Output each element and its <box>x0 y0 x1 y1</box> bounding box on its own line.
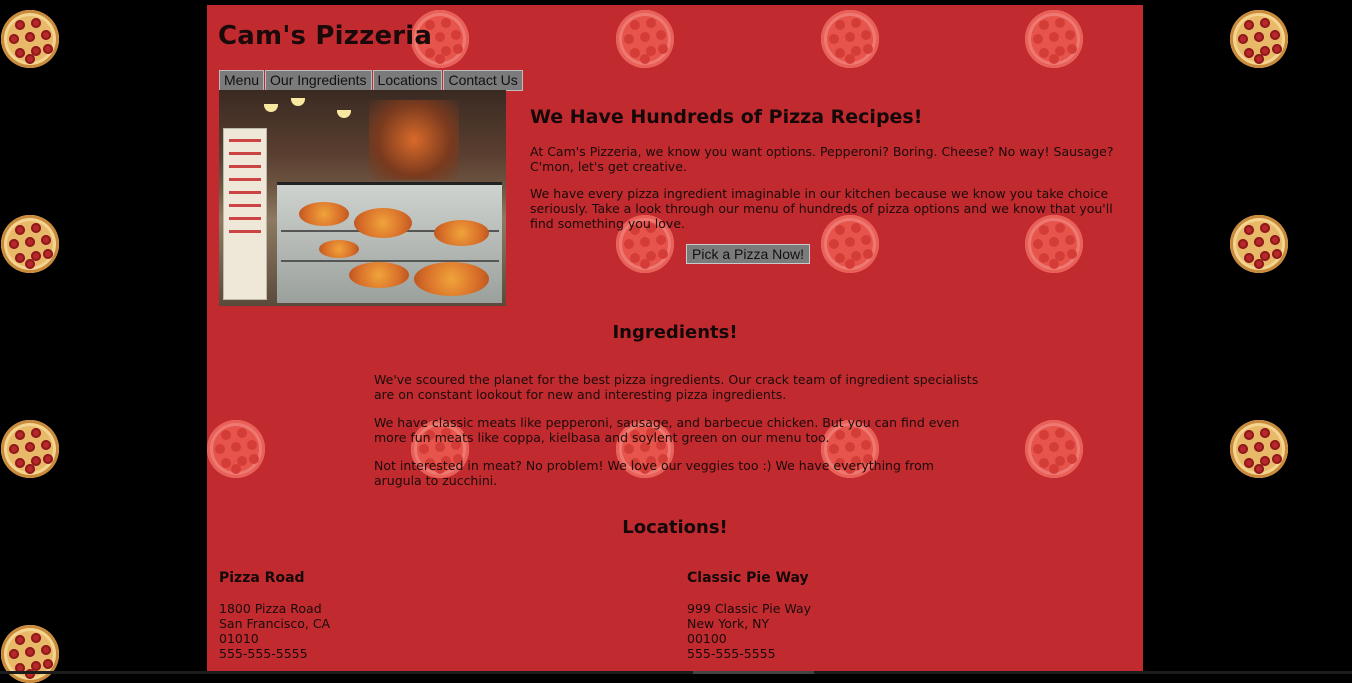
nav-item-locations[interactable]: Locations <box>372 70 443 91</box>
nav-item-menu[interactable]: Menu <box>219 70 265 91</box>
pizza-counter-photo <box>219 90 506 306</box>
ingredients-heading: Ingredients! <box>612 322 738 343</box>
pizza-slice <box>349 262 409 288</box>
ingredients-paragraph-1: We've scoured the planet for the best pi… <box>374 372 979 402</box>
oven-glow <box>369 100 459 180</box>
pizza-icon <box>1 215 59 273</box>
location-city: San Francisco, CA <box>219 616 331 631</box>
pizza-icon <box>1230 10 1288 68</box>
nav-item-our-ingredients[interactable]: Our Ingredients <box>265 70 372 91</box>
pizza-slice <box>319 240 359 258</box>
hero-paragraph-1: At Cam's Pizzeria, we know you want opti… <box>530 144 1114 174</box>
location-address: 1800 Pizza Road San Francisco, CA 01010 … <box>219 601 330 661</box>
lamp-icon <box>337 110 351 118</box>
pizza-icon <box>1230 420 1288 478</box>
pick-a-pizza-button[interactable]: Pick a Pizza Now! <box>686 244 811 264</box>
pizza-slice <box>414 262 489 296</box>
pizza-icon <box>1230 215 1288 273</box>
site-title: Cam's Pizzeria <box>218 21 433 51</box>
location-phone: 555-555-5555 <box>219 646 308 661</box>
location-street: 1800 Pizza Road <box>219 601 322 616</box>
hero-paragraph-2: We have every pizza ingredient imaginabl… <box>530 186 1113 231</box>
location-name: Classic Pie Way <box>687 570 809 586</box>
location-city: New York, NY <box>687 616 770 631</box>
hero-heading: We Have Hundreds of Pizza Recipes! <box>530 106 923 128</box>
pizza-slice <box>354 208 412 238</box>
location-zip: 00100 <box>687 631 727 646</box>
pizza-slice <box>434 220 489 246</box>
location-name: Pizza Road <box>219 570 305 586</box>
location-phone: 555-555-5555 <box>687 646 776 661</box>
lamp-icon <box>264 104 278 112</box>
lamp-icon <box>291 98 305 106</box>
browser-viewport: { "site": { "title": "Cam's Pizzeria" },… <box>0 0 1352 683</box>
pizza-icon <box>1 625 59 683</box>
location-zip: 01010 <box>219 631 259 646</box>
main-nav: Menu Our Ingredients Locations Contact U… <box>219 70 523 91</box>
locations-heading: Locations! <box>622 517 728 538</box>
location-street: 999 Classic Pie Way <box>687 601 812 616</box>
pizza-slice <box>299 202 349 226</box>
shelf <box>281 260 499 262</box>
nav-item-contact-us[interactable]: Contact Us <box>443 70 523 91</box>
pizza-icon <box>1 10 59 68</box>
ingredients-paragraph-2: We have classic meats like pepperoni, sa… <box>374 415 960 445</box>
ingredients-paragraph-3: Not interested in meat? No problem! We l… <box>374 458 934 488</box>
location-address: 999 Classic Pie Way New York, NY 00100 5… <box>687 601 811 661</box>
pizza-icon <box>1 420 59 478</box>
menu-sign <box>223 128 267 300</box>
page-container: Cam's Pizzeria Menu Our Ingredients Loca… <box>207 5 1143 671</box>
